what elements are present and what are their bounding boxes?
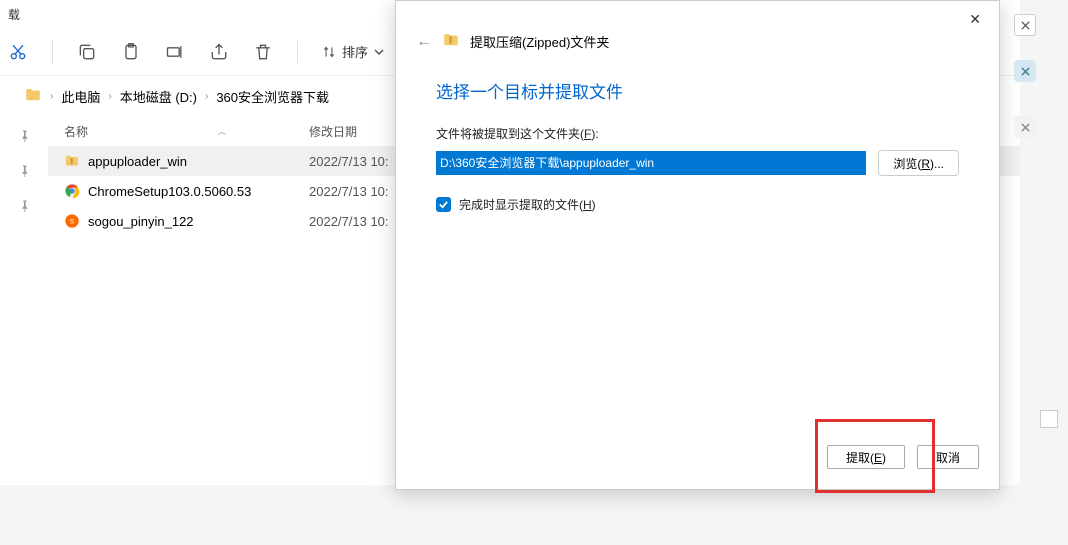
dialog-header: ← 提取压缩(Zipped)文件夹 <box>396 1 999 68</box>
show-files-label: 完成时显示提取的文件(H) <box>459 196 596 213</box>
dialog-heading: 选择一个目标并提取文件 <box>436 78 959 103</box>
file-name: ChromeSetup103.0.5060.53 <box>88 184 251 199</box>
chrome-file-icon <box>64 183 80 199</box>
zip-file-icon <box>64 153 80 169</box>
copy-icon[interactable] <box>77 42 97 62</box>
column-name[interactable]: 名称 <box>64 123 309 140</box>
close-button[interactable]: ✕ <box>961 7 989 32</box>
toolbar-separator <box>52 41 53 63</box>
sort-button[interactable]: 排序 <box>322 42 384 61</box>
rename-icon[interactable] <box>165 42 185 62</box>
checkbox-checked-icon <box>436 197 451 212</box>
close-badge-icon[interactable] <box>1014 60 1036 82</box>
extract-button[interactable]: 提取(E) <box>827 445 905 469</box>
pin-icon[interactable] <box>17 163 31 180</box>
paste-icon[interactable] <box>121 42 141 62</box>
chevron-right-icon: › <box>106 91 113 102</box>
toolbar-separator <box>297 41 298 63</box>
breadcrumb-item[interactable]: 本地磁盘 (D:) <box>120 87 197 106</box>
sort-indicator-icon: ︿ <box>218 126 226 137</box>
dialog-title: 提取压缩(Zipped)文件夹 <box>470 32 609 51</box>
extract-path-input[interactable] <box>436 151 866 175</box>
cut-icon[interactable] <box>8 42 28 62</box>
explorer-sidebar <box>0 116 48 485</box>
chevron-right-icon: › <box>203 91 210 102</box>
show-files-checkbox[interactable]: 完成时显示提取的文件(H) <box>436 196 959 213</box>
path-label: 文件将被提取到这个文件夹(F): <box>436 125 959 142</box>
cancel-button[interactable]: 取消 <box>917 445 979 469</box>
svg-text:S: S <box>70 219 75 226</box>
share-icon[interactable] <box>209 42 229 62</box>
browse-button[interactable]: 浏览(R)... <box>878 150 959 176</box>
zip-folder-icon <box>442 31 460 52</box>
file-name: sogou_pinyin_122 <box>88 214 194 229</box>
breadcrumb-item[interactable]: 此电脑 <box>61 87 100 106</box>
close-icon[interactable] <box>1014 14 1036 36</box>
folder-icon <box>24 86 42 107</box>
extract-zip-dialog: ✕ ← 提取压缩(Zipped)文件夹 选择一个目标并提取文件 文件将被提取到这… <box>395 0 1000 490</box>
breadcrumb-item[interactable]: 360安全浏览器下载 <box>216 87 329 106</box>
file-name: appuploader_win <box>88 154 187 169</box>
side-placeholder <box>1040 410 1058 428</box>
pin-icon[interactable] <box>17 198 31 215</box>
pin-icon[interactable] <box>17 128 31 145</box>
delete-icon[interactable] <box>253 42 273 62</box>
close-badge-icon[interactable] <box>1014 116 1036 138</box>
back-arrow-icon[interactable]: ← <box>416 33 432 51</box>
sogou-file-icon: S <box>64 213 80 229</box>
chevron-right-icon: › <box>48 91 55 102</box>
sort-label: 排序 <box>342 42 368 61</box>
